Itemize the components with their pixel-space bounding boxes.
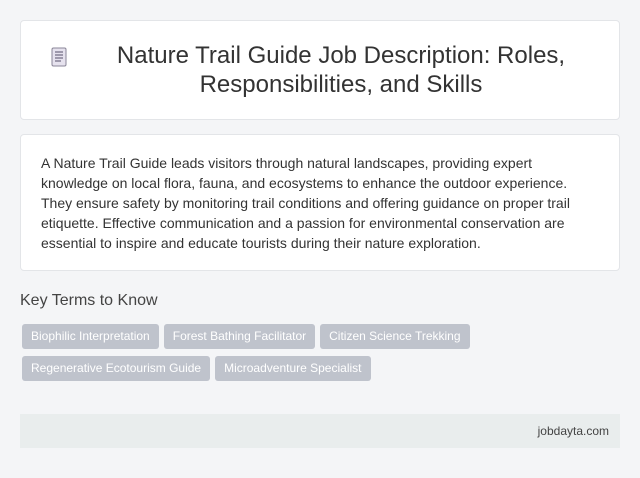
key-terms-list: Biophilic Interpretation Forest Bathing …	[22, 324, 522, 388]
tag-biophilic-interpretation[interactable]: Biophilic Interpretation	[22, 324, 159, 349]
tag-row: Biophilic Interpretation Forest Bathing …	[22, 324, 522, 349]
title-inner: Nature Trail Guide Job Description: Role…	[51, 41, 589, 99]
tag-microadventure-specialist[interactable]: Microadventure Specialist	[215, 356, 371, 381]
description-text: A Nature Trail Guide leads visitors thro…	[41, 155, 570, 251]
document-icon	[51, 47, 67, 67]
key-terms-heading: Key Terms to Know	[20, 292, 158, 309]
tag-citizen-science-trekking[interactable]: Citizen Science Trekking	[320, 324, 470, 349]
tag-regenerative-ecotourism-guide[interactable]: Regenerative Ecotourism Guide	[22, 356, 211, 381]
tag-row: Regenerative Ecotourism Guide Microadven…	[22, 356, 522, 381]
description-card: A Nature Trail Guide leads visitors thro…	[20, 134, 620, 271]
footer: jobdayta.com	[20, 414, 620, 448]
tag-forest-bathing-facilitator[interactable]: Forest Bathing Facilitator	[163, 324, 316, 349]
title-card: Nature Trail Guide Job Description: Role…	[20, 20, 620, 120]
footer-site-link[interactable]: jobdayta.com	[538, 424, 609, 438]
page-title: Nature Trail Guide Job Description: Role…	[116, 42, 566, 98]
